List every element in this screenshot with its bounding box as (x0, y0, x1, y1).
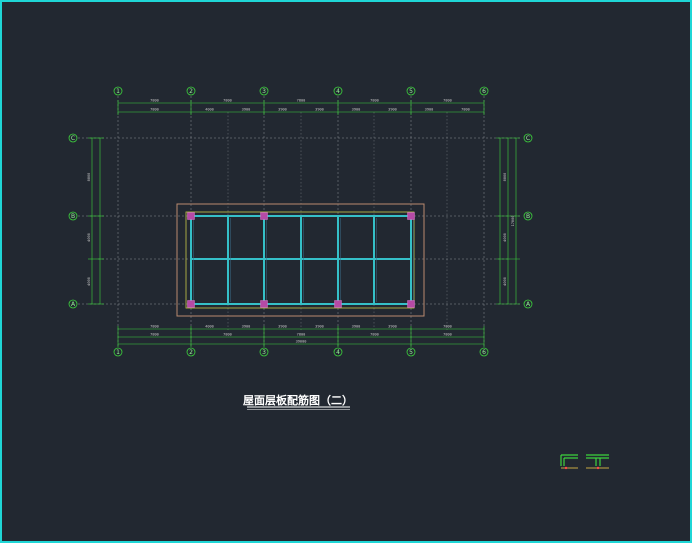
dim-text-bottom2: 7800 (443, 333, 452, 337)
axis-label-col: 4 (336, 349, 340, 356)
dim-text-right: 4000 (503, 277, 507, 286)
axis-label-col: 3 (262, 88, 266, 95)
dim-text-bottom2: 7800 (223, 333, 232, 337)
dim-text-top2: 4000 (205, 108, 214, 112)
axis-label-col: 3 (262, 349, 266, 356)
axis-label-col: 1 (116, 88, 120, 95)
axis-label-col: 2 (189, 88, 193, 95)
dim-text-top2: 3900 (425, 108, 434, 112)
drawing-title: 屋面层板配筋图（二） (243, 393, 353, 407)
column-icon (407, 300, 415, 308)
dim-text-left: 8800 (87, 173, 91, 182)
dim-text-top2: 3900 (315, 108, 324, 112)
cad-drawing: 112233445566C CB BA A 7800 7800 7800 7800 78007… (68, 86, 609, 470)
section-legend (560, 454, 609, 470)
axis-label-row: B (526, 213, 530, 220)
beam-layout (190, 215, 414, 305)
dim-text-right: 4000 (503, 233, 507, 242)
column-icon (260, 300, 268, 308)
column-icon (187, 212, 195, 220)
axis-label-col: 6 (482, 88, 486, 95)
dim-text-left: 4000 (87, 277, 91, 286)
column-icon (260, 212, 268, 220)
dim-text-bottom: 3900 (388, 325, 397, 329)
dim-text-top: 7800 (297, 99, 306, 103)
dim-text-bottom: 3900 (315, 325, 324, 329)
dimension-lines (88, 100, 520, 347)
dim-text-total: 39000 (296, 340, 307, 344)
axis-label-col: 4 (336, 88, 340, 95)
legend-dot-icon (564, 466, 568, 470)
dim-text-top2: 3900 (352, 108, 361, 112)
dim-text-bottom2: 7800 (297, 333, 306, 337)
column-icon (407, 212, 415, 220)
dim-text-top: 7800 (223, 99, 232, 103)
column-icon (334, 300, 342, 308)
dim-text-bottom2: 7800 (370, 333, 379, 337)
dim-text-bottom: 4000 (205, 325, 214, 329)
dim-text-top2: 7800 (150, 108, 159, 112)
dim-text-right: 8800 (503, 173, 507, 182)
dim-text-right-total: 17800 (511, 216, 515, 227)
dim-text-bottom: 7800 (443, 325, 452, 329)
axis-label-col: 6 (482, 349, 486, 356)
column-icon (187, 300, 195, 308)
dim-text-top: 7800 (443, 99, 452, 103)
axis-label-col: 2 (189, 349, 193, 356)
dim-text-bottom: 3900 (352, 325, 361, 329)
axis-label-row: B (71, 213, 75, 220)
axis-label-row: C (526, 135, 530, 142)
axis-label-col: 5 (409, 349, 413, 356)
dim-text-bottom: 3900 (278, 325, 287, 329)
axis-label-row: C (71, 135, 75, 142)
dim-text-left: 4000 (87, 233, 91, 242)
dim-text-top: 7800 (370, 99, 379, 103)
section-symbol-l-icon (560, 454, 578, 466)
dim-text-top2: 3900 (278, 108, 287, 112)
dim-text-top2: 3900 (242, 108, 251, 112)
legend-dot-icon (596, 466, 600, 470)
dim-text-top2: 7800 (461, 108, 470, 112)
dim-text-top2: 3900 (388, 108, 397, 112)
dim-text-bottom2: 7800 (150, 333, 159, 337)
axis-label-col: 1 (116, 349, 120, 356)
section-symbol-t-icon (586, 454, 609, 466)
dim-text-top: 7800 (150, 99, 159, 103)
axis-label-col: 5 (409, 88, 413, 95)
dim-text-bottom: 3900 (242, 325, 251, 329)
dim-text-bottom: 7800 (150, 325, 159, 329)
